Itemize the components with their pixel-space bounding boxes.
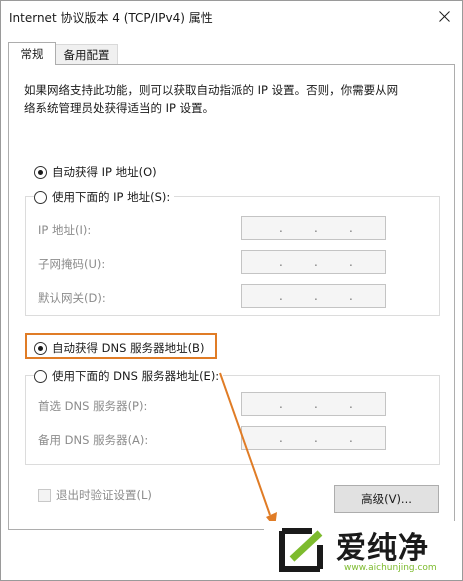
radio-auto-ip-indicator[interactable] [34, 165, 47, 179]
validate-on-exit-label: 退出时验证设置(L) [56, 488, 152, 502]
window-title: Internet 协议版本 4 (TCP/IPv4) 属性 [9, 11, 213, 25]
validate-on-exit[interactable]: 退出时验证设置(L) [38, 487, 152, 503]
alternate-dns-label: 备用 DNS 服务器(A): [38, 433, 149, 447]
subnet-mask-input[interactable]: ... [241, 250, 386, 274]
validate-on-exit-checkbox[interactable] [38, 488, 51, 502]
preferred-dns-input[interactable]: ... [241, 392, 386, 416]
description-line-1: 如果网络支持此功能，则可以获取自动指派的 IP 设置。否则，你需要从网 [24, 83, 399, 97]
close-button[interactable] [427, 1, 462, 31]
default-gateway-label: 默认网关(D): [38, 291, 106, 305]
title-bar: Internet 协议版本 4 (TCP/IPv4) 属性 [1, 1, 462, 31]
radio-manual-dns-indicator[interactable] [34, 369, 47, 383]
radio-manual-dns-label: 使用下面的 DNS 服务器地址(E): [52, 369, 220, 383]
watermark-logo-icon [279, 528, 323, 572]
radio-manual-ip-indicator[interactable] [34, 190, 47, 204]
description-text: 如果网络支持此功能，则可以获取自动指派的 IP 设置。否则，你需要从网 络系统管… [24, 81, 434, 117]
tab-general[interactable]: 常规 [8, 42, 56, 65]
advanced-button[interactable]: 高级(V)... [334, 485, 439, 513]
alternate-dns-input[interactable]: ... [241, 426, 386, 450]
radio-auto-ip-label: 自动获得 IP 地址(O) [52, 165, 157, 179]
watermark-url: www.aichunjing.com [344, 563, 437, 573]
subnet-mask-label: 子网掩码(U): [38, 257, 106, 271]
default-gateway-input[interactable]: ... [241, 284, 386, 308]
radio-manual-dns[interactable]: 使用下面的 DNS 服务器地址(E): [34, 368, 224, 384]
tab-strip: 常规 备用配置 [1, 31, 462, 65]
radio-auto-ip[interactable]: 自动获得 IP 地址(O) [34, 164, 157, 180]
ip-address-input[interactable]: ... [241, 216, 386, 240]
radio-manual-ip-label: 使用下面的 IP 地址(S): [52, 190, 171, 204]
highlight-annotation-box [25, 333, 217, 359]
ip-address-label: IP 地址(I): [38, 223, 92, 237]
description-line-2: 络系统管理员处获得适当的 IP 设置。 [24, 101, 215, 115]
close-icon [439, 10, 450, 22]
dns-groupbox [25, 375, 440, 465]
radio-manual-ip[interactable]: 使用下面的 IP 地址(S): [34, 189, 175, 205]
watermark-brand: 爱纯净 [336, 531, 429, 566]
watermark: 爱纯净 www.aichunjing.com [264, 521, 461, 579]
preferred-dns-label: 首选 DNS 服务器(P): [38, 399, 148, 413]
tab-alternate-config[interactable]: 备用配置 [56, 44, 118, 65]
